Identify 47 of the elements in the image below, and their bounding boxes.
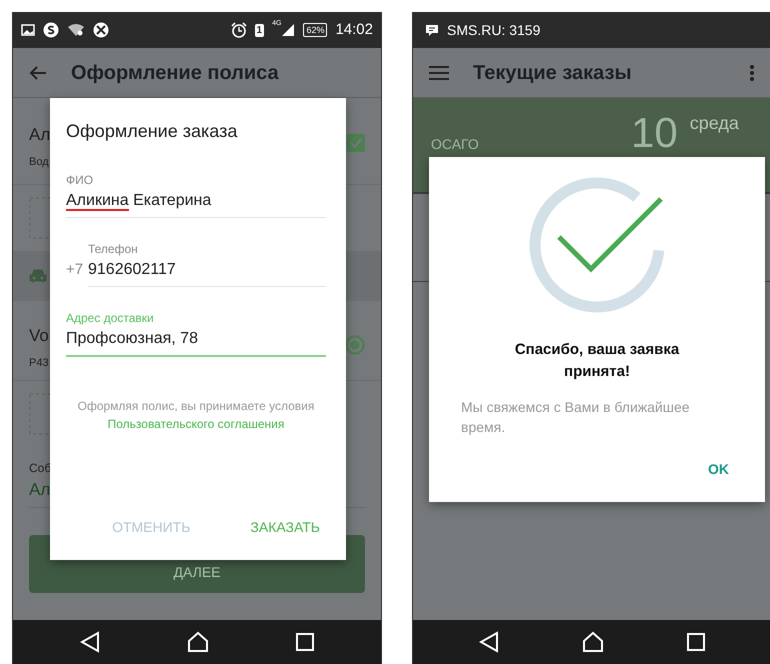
owner-name: Ал <box>29 124 50 146</box>
dialog-title: Спасибо, ваша заявка принята! <box>514 340 680 382</box>
field-label: Соб <box>29 460 52 477</box>
field-label: Телефон <box>88 241 139 258</box>
agreement-link[interactable]: Пользовательского соглашения <box>108 415 284 433</box>
home-icon[interactable] <box>186 631 209 653</box>
checkbox[interactable] <box>347 134 365 152</box>
status-time: 14:02 <box>335 20 373 40</box>
signal-icon <box>281 23 296 37</box>
car-icon <box>29 269 47 283</box>
home-icon[interactable] <box>582 631 604 653</box>
phone-prefix: +7 <box>66 260 84 280</box>
input-field[interactable]: Аликина Екатерина <box>66 189 326 218</box>
blocked-icon <box>93 22 109 38</box>
order-type: ОСАГО <box>431 135 480 154</box>
screen-title: Текущие заказы <box>473 60 633 86</box>
owner-detail: Вод <box>29 154 50 170</box>
back-arrow-icon[interactable] <box>29 64 47 80</box>
order-weekday: среда <box>690 112 739 135</box>
agreement-text: Оформляя полис, вы принимаете условия <box>78 398 314 415</box>
ok-button[interactable]: OK <box>702 455 735 484</box>
battery-indicator: 62% <box>303 23 328 37</box>
radio-button[interactable] <box>345 335 365 355</box>
message-icon <box>425 24 439 36</box>
recent-apps-icon[interactable] <box>296 633 314 651</box>
dialog-message: Мы свяжемся с Вами в ближайшее время. <box>461 398 691 437</box>
wifi-icon <box>67 23 85 37</box>
order-day: 10 <box>631 112 678 154</box>
vehicle-detail: Р43 <box>29 356 49 370</box>
input-field[interactable]: Профсоюзная, 78 <box>66 327 326 357</box>
field-label: Адрес доставки <box>66 310 155 327</box>
sim-indicator: 1 <box>254 24 264 36</box>
back-icon[interactable] <box>478 631 498 653</box>
recent-apps-icon[interactable] <box>686 633 704 651</box>
menu-icon[interactable] <box>429 66 449 80</box>
back-icon[interactable] <box>80 631 100 653</box>
chat-app-icon <box>43 22 59 38</box>
field-label: ФИО <box>66 172 94 189</box>
success-check-icon <box>527 175 667 315</box>
dialog-title: Оформление заказа <box>66 120 238 143</box>
notification-text: SMS.RU: 3159 <box>447 20 540 40</box>
alarm-icon <box>230 22 247 38</box>
more-options-icon[interactable] <box>750 64 754 80</box>
vehicle-name: Vo <box>29 325 49 347</box>
screen-title: Оформление полиса <box>71 60 279 86</box>
input-field[interactable]: 9162602117 <box>88 258 326 287</box>
image-icon <box>21 24 35 36</box>
